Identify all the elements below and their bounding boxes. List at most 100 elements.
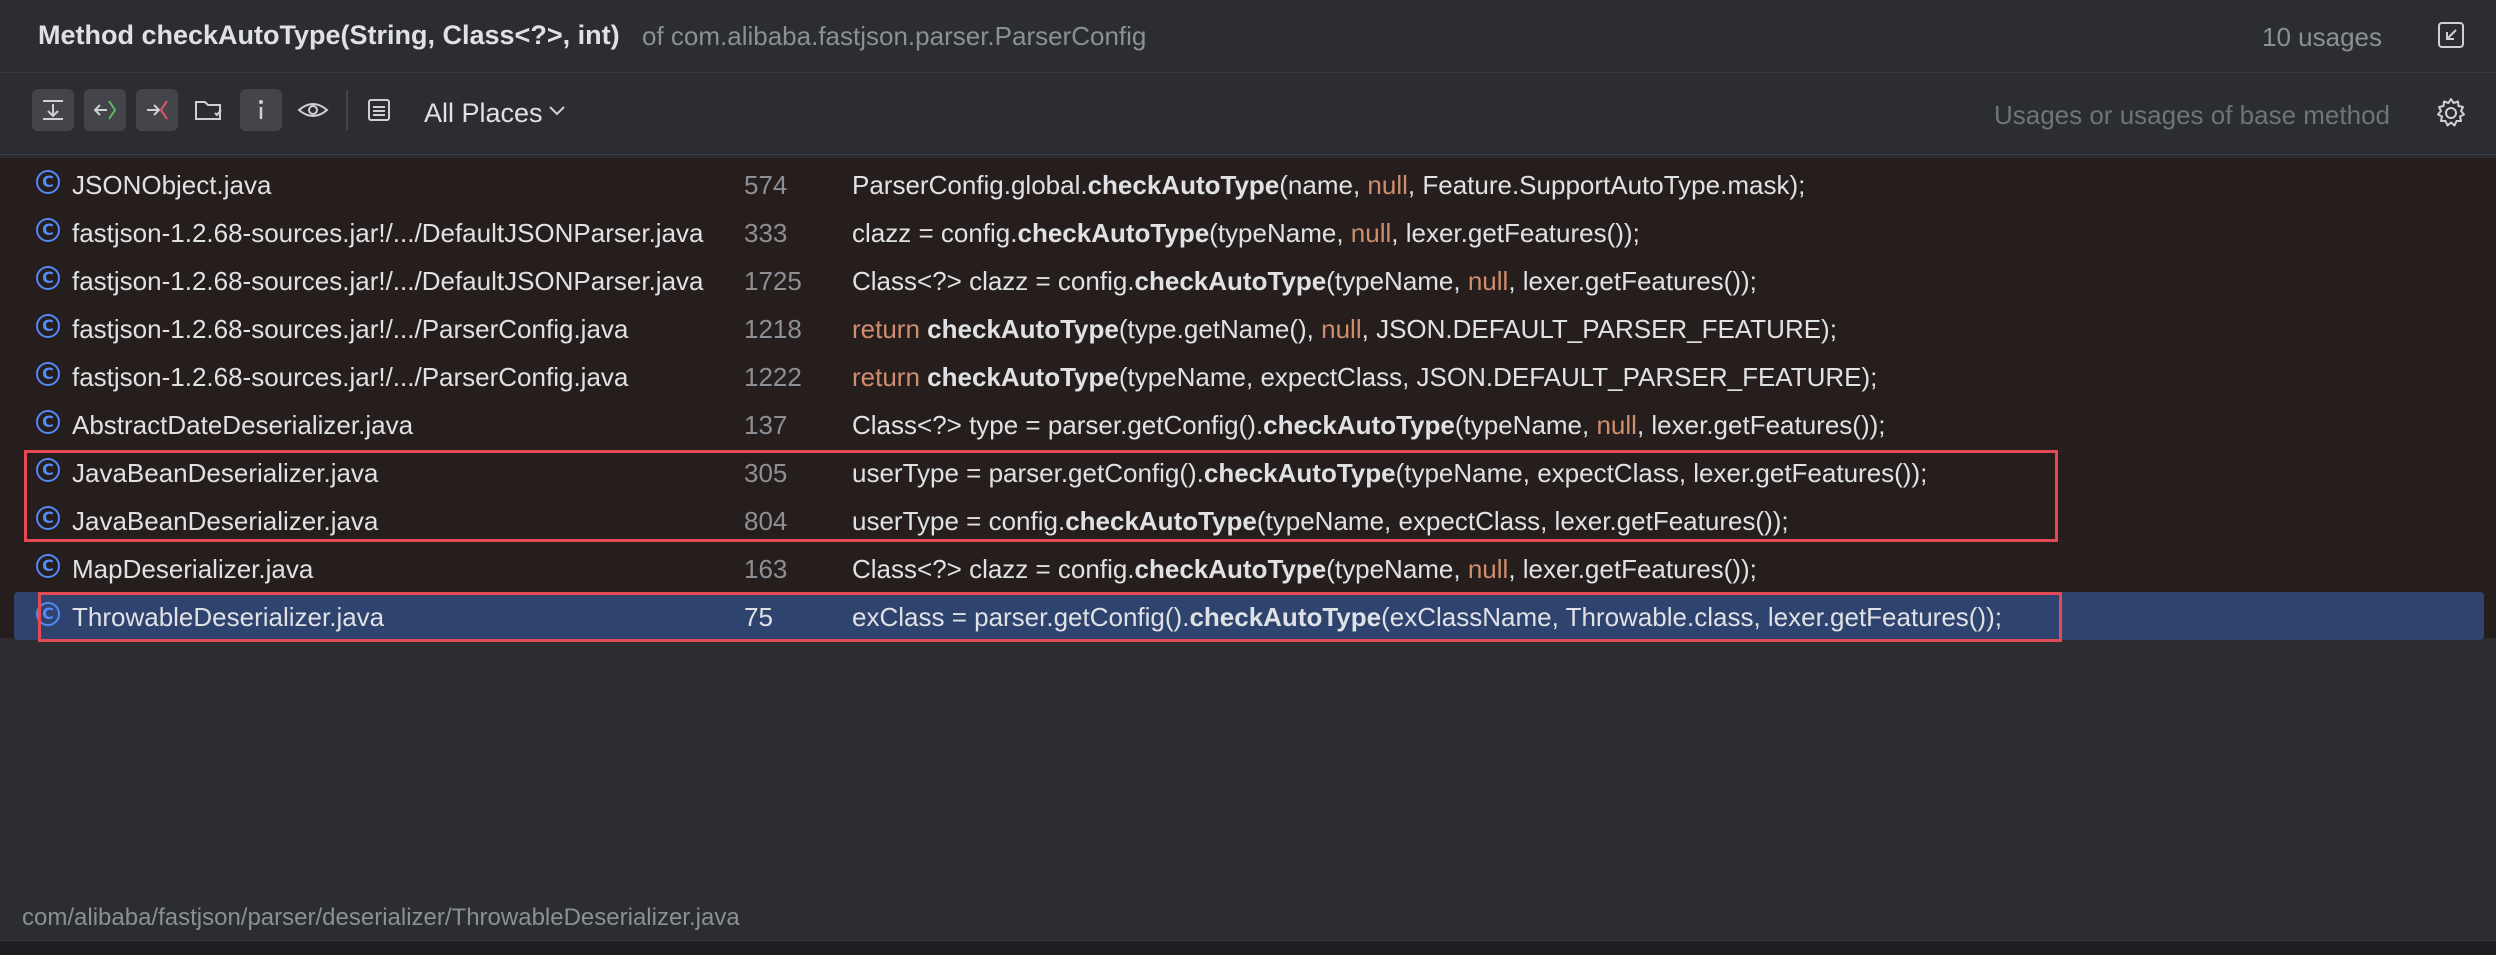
code-args: (exClassName, Throwable.class, lexer.get… [1381, 602, 2002, 632]
code-args: (typeName, [1326, 554, 1468, 584]
code-method: checkAutoType [1189, 602, 1382, 632]
code-suffix: , Feature.SupportAutoType.mask); [1407, 170, 1806, 200]
usage-code: return checkAutoType(type.getName(), nul… [852, 314, 1837, 345]
usage-file: fastjson-1.2.68-sources.jar!/.../Default… [72, 266, 704, 296]
open-in-window-icon[interactable] [2436, 20, 2466, 50]
code-method: checkAutoType [927, 314, 1119, 344]
folder-icon[interactable] [188, 89, 230, 131]
usages-list: C JSONObject.java 574 ParserConfig.global.c… [0, 158, 2496, 640]
usage-row[interactable]: C MapDeserializer.java 163 Class<?> clazz =… [0, 544, 2496, 592]
usage-code: userType = parser.getConfig().checkAutoT… [852, 458, 1927, 489]
usage-row[interactable]: C JSONObject.java 574 ParserConfig.global.c… [0, 160, 2496, 208]
class-icon: C [36, 602, 60, 626]
find-usages-popup: Method checkAutoType(String, Class<?>, i… [0, 0, 2496, 955]
method-title: Method checkAutoType(String, Class<?>, i… [38, 20, 620, 50]
code-prefix: clazz = config. [852, 218, 1018, 248]
eye-icon[interactable] [292, 89, 334, 131]
code-null: null [1321, 314, 1362, 344]
read-access-icon[interactable] [84, 89, 126, 131]
code-prefix: Class<?> type = parser.getConfig(). [852, 410, 1264, 440]
usage-line: 574 [744, 170, 788, 200]
usage-row[interactable]: C ThrowableDeserializer.java 75 exClass = p… [14, 592, 2484, 640]
class-icon: C [36, 554, 60, 578]
usage-code: userType = config.checkAutoType(typeName… [852, 506, 1789, 537]
usage-file: JSONObject.java [72, 170, 272, 200]
code-keyword: return [852, 362, 928, 392]
usage-code: Class<?> clazz = config.checkAutoType(ty… [852, 266, 1757, 297]
file-path-status: com/alibaba/fastjson/parser/deserializer… [22, 904, 740, 931]
usages-toolbar: All Places Usages or usages of base meth… [0, 72, 2496, 155]
class-icon: C [36, 314, 60, 338]
code-suffix: , lexer.getFeatures()); [1391, 218, 1640, 248]
code-prefix: Class<?> clazz = config. [852, 266, 1135, 296]
usage-line: 1222 [744, 362, 802, 392]
class-icon: C [36, 218, 60, 242]
code-args: (typeName, [1454, 410, 1597, 440]
usage-row[interactable]: Cfastjson-1.2.68-sources.jar!/.../Parser… [0, 352, 2496, 400]
chevron-down-icon[interactable] [548, 104, 566, 118]
code-null: null [1350, 218, 1392, 248]
usage-line: 804 [744, 506, 788, 536]
usage-file: ThrowableDeserializer.java [72, 602, 385, 632]
method-class: of com.alibaba.fastjson.parser.ParserCon… [642, 21, 1147, 51]
code-method: checkAutoType [927, 362, 1119, 392]
code-null: null [1367, 170, 1408, 200]
code-args: (typeName, expectClass, lexer.getFeature… [1395, 458, 1928, 488]
scope-dropdown[interactable]: All Places [424, 98, 543, 129]
code-method: checkAutoType [1263, 410, 1455, 440]
code-null: null [1467, 554, 1509, 584]
code-prefix: userType = parser.getConfig(). [852, 458, 1204, 488]
gear-icon[interactable] [2434, 96, 2468, 130]
usage-line: 75 [744, 602, 773, 632]
usage-row[interactable]: Cfastjson-1.2.68-sources.jar!/.../Defaul… [0, 208, 2496, 256]
code-suffix: , JSON.DEFAULT_PARSER_FEATURE); [1361, 314, 1837, 344]
usage-code: return checkAutoType(typeName, expectCla… [852, 362, 1877, 393]
class-icon: C [36, 266, 60, 290]
preview-icon[interactable] [358, 89, 400, 131]
code-suffix: , lexer.getFeatures()); [1636, 410, 1886, 440]
popup-header: Method checkAutoType(String, Class<?>, i… [0, 0, 2496, 73]
usage-code: Class<?> clazz = config.checkAutoType(ty… [852, 554, 1757, 585]
usage-line: 163 [744, 554, 788, 584]
usage-file: fastjson-1.2.68-sources.jar!/.../ParserC… [72, 314, 629, 344]
code-null: null [1467, 266, 1509, 296]
usage-row[interactable]: Cfastjson-1.2.68-sources.jar!/.../Parser… [0, 304, 2496, 352]
class-icon: C [36, 170, 60, 194]
class-icon: C [36, 458, 60, 482]
usage-row[interactable]: C JavaBeanDeserializer.java 305 userType = … [0, 448, 2496, 496]
usage-row[interactable]: C AbstractDateDeserializer.java 137 Class<?… [0, 400, 2496, 448]
usage-line: 305 [744, 458, 788, 488]
usage-row[interactable]: C JavaBeanDeserializer.java 804 userType = … [0, 496, 2496, 544]
usages-filter-label[interactable]: Usages or usages of base method [1994, 100, 2390, 131]
code-args: (type.getName(), [1118, 314, 1322, 344]
code-prefix: Class<?> clazz = config. [852, 554, 1135, 584]
code-suffix: , lexer.getFeatures()); [1508, 266, 1757, 296]
code-method: checkAutoType [1203, 458, 1396, 488]
usage-file: fastjson-1.2.68-sources.jar!/.../Default… [72, 218, 704, 248]
write-access-icon[interactable] [136, 89, 178, 131]
code-method: checkAutoType [1017, 218, 1210, 248]
info-icon[interactable] [240, 89, 282, 131]
usage-file: JavaBeanDeserializer.java [72, 506, 379, 536]
class-icon: C [36, 506, 60, 530]
usage-row[interactable]: Cfastjson-1.2.68-sources.jar!/.../Defaul… [0, 256, 2496, 304]
code-args: (typeName, [1326, 266, 1468, 296]
code-null: null [1596, 410, 1637, 440]
code-method: checkAutoType [1087, 170, 1280, 200]
code-prefix: userType = config. [852, 506, 1066, 536]
code-prefix: exClass = parser.getConfig(). [852, 602, 1190, 632]
usage-line: 137 [744, 410, 788, 440]
usage-code: exClass = parser.getConfig().checkAutoTy… [852, 602, 2002, 633]
toolbar-separator [346, 90, 348, 130]
merge-icon[interactable] [32, 89, 74, 131]
code-args: (name, [1279, 170, 1368, 200]
class-icon: C [36, 410, 60, 434]
code-args: (typeName, expectClass, JSON.DEFAULT_PAR… [1118, 362, 1878, 392]
code-args: (typeName, [1209, 218, 1351, 248]
usage-code: clazz = config.checkAutoType(typeName, n… [852, 218, 1640, 249]
code-args: (typeName, expectClass, lexer.getFeature… [1256, 506, 1789, 536]
usage-file: MapDeserializer.java [72, 554, 314, 584]
usage-file: JavaBeanDeserializer.java [72, 458, 379, 488]
usage-file: fastjson-1.2.68-sources.jar!/.../ParserC… [72, 362, 629, 392]
usages-count: 10 usages [2262, 22, 2382, 52]
